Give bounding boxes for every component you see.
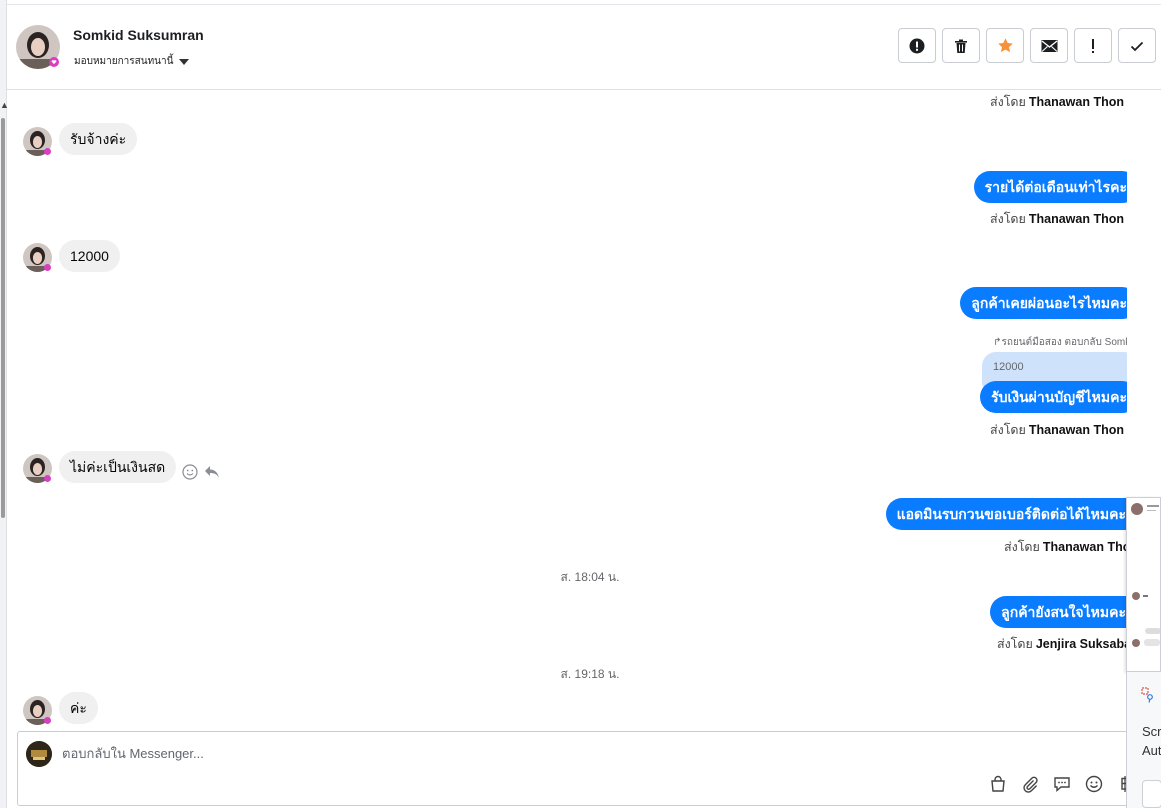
sender-name[interactable]: Jenjira Suksabay <box>1036 637 1127 651</box>
snip-tool-icon <box>1141 687 1153 703</box>
reply-arrow-icon: ↱ <box>993 337 1002 348</box>
preview-avatar <box>1131 503 1143 515</box>
contact-avatar-small <box>23 696 52 725</box>
contact-avatar-small <box>23 127 52 156</box>
reply-icon[interactable] <box>204 465 220 479</box>
outgoing-message[interactable]: รับเงินผ่านบัญชีไหมคะ <box>980 381 1127 413</box>
timestamp-divider: ส. 19:18 น. <box>560 667 620 681</box>
check-icon <box>1130 41 1144 51</box>
sender-name[interactable]: Thanawan Thon <box>1043 540 1127 554</box>
floating-preview-panel[interactable] <box>1126 497 1161 672</box>
follow-up-button[interactable] <box>1074 28 1112 63</box>
header-actions <box>898 28 1156 63</box>
sent-by-label: ส่งโดย Thanawan Thon <box>1004 537 1127 557</box>
panel-button[interactable] <box>1142 780 1161 808</box>
delete-button[interactable] <box>942 28 980 63</box>
incoming-message[interactable]: รับจ้างค่ะ <box>59 123 138 155</box>
trash-icon <box>955 39 967 53</box>
shopping-bag-icon <box>991 775 1005 792</box>
saved-reply-icon <box>1054 777 1070 793</box>
star-button[interactable] <box>986 28 1024 63</box>
assign-conversation-dropdown[interactable]: มอบหมายการสนทนานี้ <box>74 54 190 69</box>
paperclip-icon <box>1023 776 1038 793</box>
spam-button[interactable] <box>898 28 936 63</box>
caret-down-icon <box>179 58 190 65</box>
attach-button[interactable] <box>1020 774 1040 794</box>
sent-by-prefix: ส่งโดย <box>989 423 1026 437</box>
reply-context: ↱รถยนต์มือสอง ตอบกลับ Somkid <box>993 335 1127 350</box>
shopping-bag-button[interactable] <box>988 774 1008 794</box>
sent-by-label: ส่งโดย Thanawan Thon ? <box>990 420 1127 440</box>
sent-by-prefix: ส่งโดย <box>1003 540 1040 554</box>
alert-circle-icon <box>909 38 925 53</box>
emoji-button[interactable] <box>1084 774 1104 794</box>
sent-by-label: ส่งโดย Jenjira Suksabay <box>997 634 1127 654</box>
outgoing-message[interactable]: ลูกค้าเคยผ่อนอะไรไหมคะ <box>960 287 1127 319</box>
reply-input[interactable] <box>62 746 962 761</box>
reply-composer <box>17 731 1140 806</box>
message-tools <box>182 464 220 480</box>
outgoing-message[interactable]: รายได้ต่อเดือนเท่าไรคะ <box>973 171 1127 203</box>
composer-toolbar <box>988 774 1136 794</box>
sent-by-prefix: ส่งโดย <box>989 95 1026 109</box>
star-icon <box>997 38 1013 53</box>
preview-line <box>1147 505 1159 507</box>
assign-label: มอบหมายการสนทนานี้ <box>74 56 174 67</box>
timestamp-divider: ส. 18:04 น. <box>560 570 620 584</box>
sent-by-prefix: ส่งโดย <box>996 637 1033 651</box>
emoji-icon <box>1085 775 1103 793</box>
message-thread[interactable]: ส่งโดย Thanawan Thon ? รับจ้างค่ะ รายได้… <box>7 90 1127 730</box>
saved-replies-button[interactable] <box>1052 774 1072 794</box>
preview-avatar <box>1132 639 1140 647</box>
reply-context-text: รถยนต์มือสอง ตอบกลับ Somkid <box>1001 337 1127 348</box>
outgoing-message[interactable]: ลูกค้ายังสนใจไหมคะ <box>990 596 1127 628</box>
preview-line <box>1143 595 1148 597</box>
mark-done-button[interactable] <box>1118 28 1156 63</box>
mark-unread-button[interactable] <box>1030 28 1068 63</box>
contact-avatar[interactable] <box>16 25 60 69</box>
left-scrollbar[interactable] <box>1 118 5 518</box>
preview-line <box>1147 510 1156 511</box>
panel-text: Scr <box>1142 724 1161 739</box>
sender-name[interactable]: Thanawan Thon <box>1029 212 1124 226</box>
sent-by-label: ส่งโดย Thanawan Thon ? <box>990 92 1127 112</box>
incoming-message[interactable]: 12000 <box>59 240 120 272</box>
sender-name[interactable]: Thanawan Thon <box>1029 95 1124 109</box>
contact-avatar-small <box>23 454 52 483</box>
contact-name[interactable]: Somkid Suksumran <box>73 27 204 43</box>
incoming-message[interactable]: ค่ะ <box>59 692 98 724</box>
exclamation-icon <box>1092 38 1094 53</box>
contact-avatar-small <box>23 243 52 272</box>
outgoing-message[interactable]: แอดมินรบกวนขอเบอร์ติดต่อได้ไหมคะ <box>885 498 1127 530</box>
envelope-icon <box>1041 39 1057 52</box>
panel-text: Aut <box>1142 743 1161 758</box>
conversation-header: Somkid Suksumran มอบหมายการสนทนานี้ <box>7 5 1161 90</box>
preview-avatar <box>1132 592 1140 600</box>
preview-bubble <box>1144 639 1160 646</box>
sender-name[interactable]: Thanawan Thon <box>1029 423 1124 437</box>
sent-by-label: ส่งโดย Thanawan Thon ? <box>990 209 1127 229</box>
preview-bubble <box>1145 628 1160 634</box>
incoming-message[interactable]: ไม่ค่ะเป็นเงินสด <box>59 451 177 483</box>
sent-by-prefix: ส่งโดย <box>989 212 1026 226</box>
page-avatar <box>26 741 52 767</box>
screenshot-tool-panel[interactable]: Scr Aut <box>1126 672 1161 808</box>
react-emoji-icon[interactable] <box>182 464 198 480</box>
